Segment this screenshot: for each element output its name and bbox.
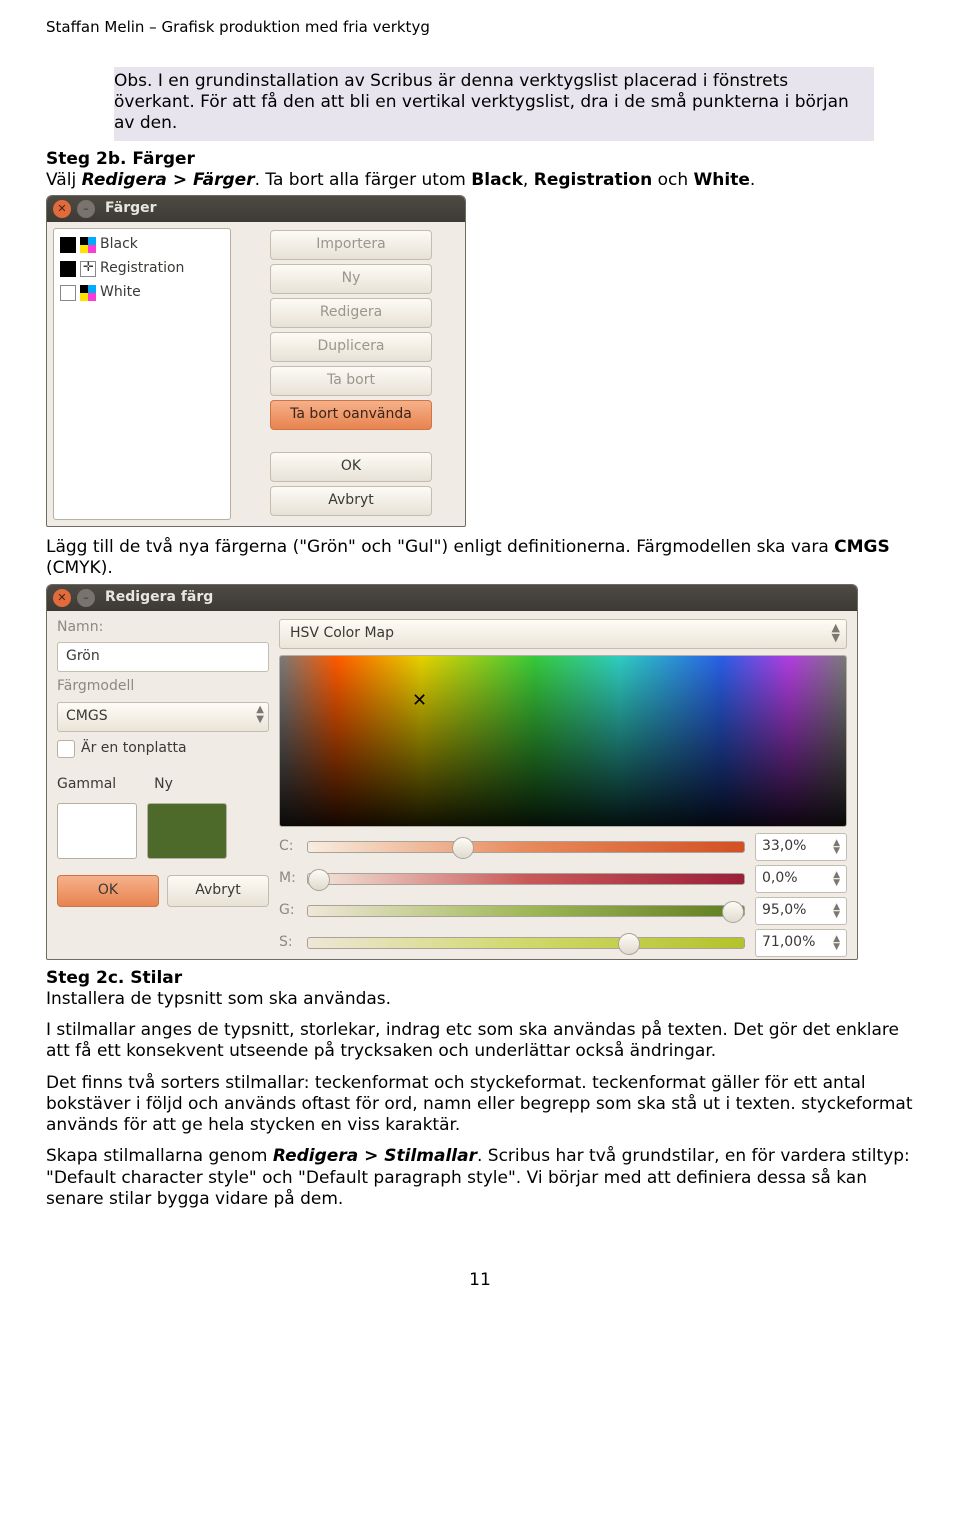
text: Lägg till de två nya färgerna ("Grön" oc… bbox=[46, 537, 834, 557]
new-swatch bbox=[147, 803, 227, 859]
ok-button[interactable]: OK bbox=[270, 452, 432, 482]
page-header: Staffan Melin – Grafisk produktion med f… bbox=[46, 18, 914, 37]
list-item[interactable]: Registration bbox=[54, 257, 230, 281]
titlebar: ✕ – Redigera färg bbox=[47, 585, 857, 611]
duplicate-button[interactable]: Duplicera bbox=[270, 332, 432, 362]
old-label: Gammal bbox=[57, 776, 116, 794]
swatch-icon bbox=[60, 237, 76, 253]
menu-path: Redigera > Stilmallar bbox=[273, 1146, 477, 1166]
edit-button[interactable]: Redigera bbox=[270, 298, 432, 328]
name-value: Grön bbox=[66, 648, 100, 666]
cmgs-bold: CMGS bbox=[834, 537, 890, 557]
spinner-icon: ▲▼ bbox=[832, 623, 840, 643]
hsv-picker[interactable]: ✕ bbox=[279, 655, 847, 827]
value: 95,0% bbox=[762, 902, 806, 920]
dialog-title: Färger bbox=[105, 200, 157, 218]
new-label: Ny bbox=[154, 776, 173, 794]
info-note: Obs. I en grundinstallation av Scribus ä… bbox=[114, 67, 874, 141]
s-slider[interactable] bbox=[307, 937, 745, 949]
text: . bbox=[750, 170, 755, 190]
colormodel-icon bbox=[80, 285, 96, 301]
new-button[interactable]: Ny bbox=[270, 264, 432, 294]
swatch-icon bbox=[60, 285, 76, 301]
s-value[interactable]: 71,00% ▲▼ bbox=[755, 929, 847, 957]
model-select[interactable]: CMGS ▲▼ bbox=[57, 702, 269, 732]
spinner-icon: ▲▼ bbox=[833, 839, 840, 855]
paragraph-1: I stilmallar anges de typsnitt, storleka… bbox=[46, 1020, 914, 1063]
g-value[interactable]: 95,0% ▲▼ bbox=[755, 897, 847, 925]
text: . Ta bort alla färger utom bbox=[255, 170, 472, 190]
step2c-line1: Installera de typsnitt som ska användas. bbox=[46, 989, 914, 1010]
color-black: Black bbox=[471, 170, 523, 190]
m-slider[interactable] bbox=[307, 873, 745, 885]
spinner-icon: ▲▼ bbox=[833, 935, 840, 951]
color-name: Black bbox=[100, 236, 138, 254]
minimize-icon[interactable]: – bbox=[77, 589, 95, 607]
spinner-icon: ▲▼ bbox=[833, 871, 840, 887]
c-value[interactable]: 33,0% ▲▼ bbox=[755, 833, 847, 861]
value: 71,00% bbox=[762, 934, 815, 952]
text: och bbox=[652, 170, 693, 190]
text: , bbox=[523, 170, 534, 190]
g-label: G: bbox=[279, 902, 297, 920]
color-registration: Registration bbox=[534, 170, 652, 190]
m-label: M: bbox=[279, 870, 297, 888]
colormodel-icon bbox=[80, 237, 96, 253]
m-value[interactable]: 0,0% ▲▼ bbox=[755, 865, 847, 893]
menu-path: Redigera > Färger bbox=[82, 170, 255, 190]
close-icon[interactable]: ✕ bbox=[53, 589, 71, 607]
value: 33,0% bbox=[762, 838, 806, 856]
colormap-value: HSV Color Map bbox=[290, 625, 394, 643]
spinner-icon: ▲▼ bbox=[833, 903, 840, 919]
step2b-title: Steg 2b. Färger bbox=[46, 149, 914, 170]
remove-unused-button[interactable]: Ta bort oanvända bbox=[270, 400, 432, 430]
cancel-button[interactable]: Avbryt bbox=[167, 875, 269, 907]
list-item[interactable]: Black bbox=[54, 233, 230, 257]
value: 0,0% bbox=[762, 870, 798, 888]
color-name: Registration bbox=[100, 260, 184, 278]
dialog-title: Redigera färg bbox=[105, 589, 213, 607]
colormap-select[interactable]: HSV Color Map ▲▼ bbox=[279, 619, 847, 649]
close-icon[interactable]: ✕ bbox=[53, 200, 71, 218]
model-label: Färgmodell bbox=[57, 678, 269, 696]
dialog-colors: ✕ – Färger Black Registration White Impo… bbox=[46, 195, 466, 527]
paragraph-3: Skapa stilmallarna genom Redigera > Stil… bbox=[46, 1146, 914, 1210]
spot-label: Är en tonplatta bbox=[81, 740, 187, 758]
ok-button[interactable]: OK bbox=[57, 875, 159, 907]
text: Skapa stilmallarna genom bbox=[46, 1146, 273, 1166]
s-label: S: bbox=[279, 934, 297, 952]
step2b-text: Välj Redigera > Färger. Ta bort alla fär… bbox=[46, 170, 914, 191]
titlebar: ✕ – Färger bbox=[47, 196, 465, 222]
old-swatch bbox=[57, 803, 137, 859]
text: (CMYK). bbox=[46, 558, 113, 578]
mid-paragraph: Lägg till de två nya färgerna ("Grön" oc… bbox=[46, 537, 914, 580]
c-label: C: bbox=[279, 838, 297, 856]
step2c-title: Steg 2c. Stilar bbox=[46, 968, 914, 989]
g-slider[interactable] bbox=[307, 905, 745, 917]
cancel-button[interactable]: Avbryt bbox=[270, 486, 432, 516]
list-item[interactable]: White bbox=[54, 281, 230, 305]
color-white: White bbox=[694, 170, 750, 190]
registration-icon bbox=[80, 261, 96, 277]
minimize-icon[interactable]: – bbox=[77, 200, 95, 218]
remove-button[interactable]: Ta bort bbox=[270, 366, 432, 396]
spinner-icon: ▲▼ bbox=[256, 705, 264, 725]
model-value: CMGS bbox=[66, 708, 108, 726]
dialog-edit-color: ✕ – Redigera färg Namn: Grön Färgmodell … bbox=[46, 584, 858, 960]
color-list[interactable]: Black Registration White bbox=[53, 228, 231, 520]
picker-cross-icon: ✕ bbox=[412, 690, 427, 713]
spot-checkbox[interactable] bbox=[57, 740, 75, 758]
name-label: Namn: bbox=[57, 619, 269, 637]
paragraph-2: Det finns två sorters stilmallar: tecken… bbox=[46, 1073, 914, 1137]
swatch-icon bbox=[60, 261, 76, 277]
c-slider[interactable] bbox=[307, 841, 745, 853]
text: Välj bbox=[46, 170, 82, 190]
import-button[interactable]: Importera bbox=[270, 230, 432, 260]
page-number: 11 bbox=[46, 1270, 914, 1291]
color-name: White bbox=[100, 284, 141, 302]
name-input[interactable]: Grön bbox=[57, 642, 269, 672]
